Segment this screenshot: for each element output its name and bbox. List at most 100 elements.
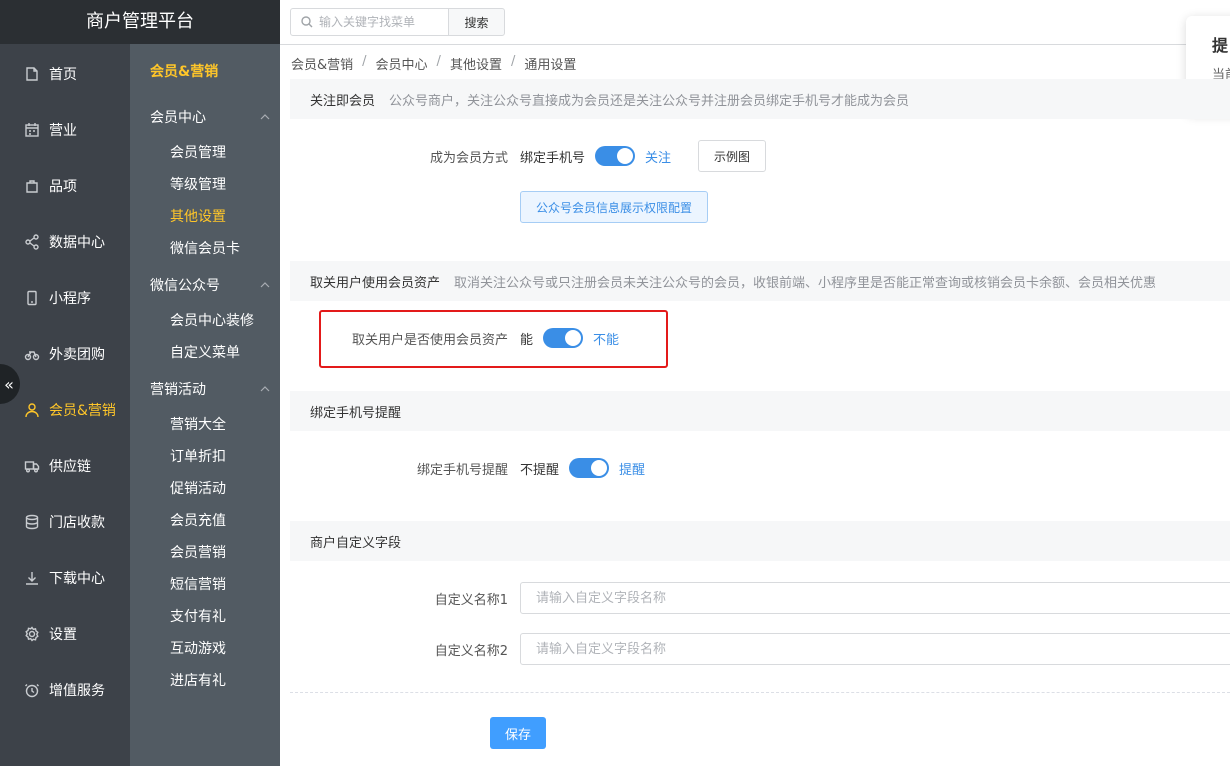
nav-item-products[interactable]: 品项 bbox=[0, 158, 130, 214]
nav-label: 下载中心 bbox=[49, 571, 105, 587]
switch-off-label: 绑定手机号 bbox=[520, 150, 586, 166]
section-desc: 取消关注公众号或只注册会员未关注公众号的会员，收银前端、小程序里是否能正常查询或… bbox=[454, 275, 1157, 291]
section-title: 取关用户使用会员资产 bbox=[310, 275, 441, 291]
custom-field1-label: 自定义名称1 bbox=[434, 593, 508, 608]
submenu-item-marketing-all[interactable]: 营销大全 bbox=[170, 414, 226, 434]
breadcrumb-item[interactable]: 其他设置 bbox=[450, 54, 502, 73]
submenu-group-wechat-official[interactable]: 微信公众号 bbox=[150, 275, 270, 295]
nav-label: 外卖团购 bbox=[49, 347, 105, 363]
submenu-item-member-marketing[interactable]: 会员营销 bbox=[170, 542, 226, 562]
section-header-unfollow: 取关用户使用会员资产 取消关注公众号或只注册会员未关注公众号的会员，收银前端、小… bbox=[290, 261, 1230, 301]
breadcrumb: 会员&营销 / 会员中心 / 其他设置 / 通用设置 bbox=[291, 54, 577, 73]
top-bar: 搜索 bbox=[280, 0, 1230, 45]
form-divider bbox=[290, 692, 1230, 693]
search-button[interactable]: 搜索 bbox=[448, 8, 505, 36]
phone-icon bbox=[24, 290, 40, 306]
section-title: 商户自定义字段 bbox=[310, 535, 402, 551]
database-icon bbox=[24, 514, 40, 530]
submenu-item-wechat-card[interactable]: 微信会员卡 bbox=[170, 238, 240, 258]
breadcrumb-item-current: 通用设置 bbox=[524, 58, 577, 73]
remind-switch-row: 不提醒 提醒 bbox=[520, 458, 645, 478]
submenu-item-custom-menu[interactable]: 自定义菜单 bbox=[170, 342, 240, 362]
search-box bbox=[290, 8, 449, 36]
section-title: 关注即会员 bbox=[310, 93, 376, 109]
unfollow-asset-switch-row: 能 不能 bbox=[520, 328, 619, 348]
breadcrumb-item[interactable]: 会员中心 bbox=[376, 54, 428, 73]
calendar-icon bbox=[24, 122, 40, 138]
submenu-group-member-center[interactable]: 会员中心 bbox=[150, 107, 270, 127]
nav-label: 品项 bbox=[49, 179, 77, 195]
submenu-item-visit-gift[interactable]: 进店有礼 bbox=[170, 670, 226, 690]
share-icon bbox=[24, 234, 40, 250]
switch-off-label: 不提醒 bbox=[520, 462, 560, 478]
submenu-item-promotion[interactable]: 促销活动 bbox=[170, 478, 226, 498]
notification-title: 提 bbox=[1212, 36, 1229, 55]
nav-item-value-added[interactable]: 增值服务 bbox=[0, 662, 130, 718]
submenu-item-center-decoration[interactable]: 会员中心装修 bbox=[170, 310, 254, 330]
section-title: 绑定手机号提醒 bbox=[310, 405, 402, 421]
nav-label: 供应链 bbox=[49, 459, 91, 475]
nav-item-store-payment[interactable]: 门店收款 bbox=[0, 494, 130, 550]
chevron-up-icon bbox=[260, 386, 270, 392]
submenu-group-marketing[interactable]: 营销活动 bbox=[150, 379, 270, 399]
remind-label: 绑定手机号提醒 bbox=[416, 463, 508, 478]
member-method-switch-row: 绑定手机号 关注 bbox=[520, 146, 671, 166]
custom-field2-label: 自定义名称2 bbox=[434, 644, 508, 659]
nav-label: 门店收款 bbox=[49, 515, 105, 531]
group-label: 会员中心 bbox=[150, 110, 206, 126]
nav-item-takeout[interactable]: 外卖团购 bbox=[0, 326, 130, 382]
custom-field1-input[interactable] bbox=[520, 582, 1230, 614]
switch-on-label: 关注 bbox=[645, 150, 672, 166]
nav-item-mini-program[interactable]: 小程序 bbox=[0, 270, 130, 326]
search-input[interactable] bbox=[319, 15, 439, 29]
custom-field2-input[interactable] bbox=[520, 633, 1230, 665]
example-image-button[interactable]: 示例图 bbox=[698, 140, 766, 172]
permission-config-button[interactable]: 公众号会员信息展示权限配置 bbox=[520, 191, 708, 223]
gear-icon bbox=[24, 626, 40, 642]
nav-item-business[interactable]: 营业 bbox=[0, 102, 130, 158]
section-header-remind: 绑定手机号提醒 bbox=[290, 391, 1230, 431]
submenu-item-order-discount[interactable]: 订单折扣 bbox=[170, 446, 226, 466]
bike-icon bbox=[24, 346, 40, 362]
switch-on-label: 不能 bbox=[593, 332, 620, 348]
unfollow-asset-label: 取关用户是否使用会员资产 bbox=[351, 333, 508, 348]
nav-item-member-marketing[interactable]: 会员&营销 bbox=[0, 382, 130, 438]
download-icon bbox=[24, 570, 40, 586]
submenu-item-member-management[interactable]: 会员管理 bbox=[170, 142, 226, 162]
nav-item-home[interactable]: 首页 bbox=[0, 46, 130, 102]
nav-item-settings[interactable]: 设置 bbox=[0, 606, 130, 662]
submenu-item-level-management[interactable]: 等级管理 bbox=[170, 174, 226, 194]
section-header-follow: 关注即会员 公众号商户，关注公众号直接成为会员还是关注公众号并注册会员绑定手机号… bbox=[290, 79, 1230, 119]
submenu-item-games[interactable]: 互动游戏 bbox=[170, 638, 226, 658]
submenu-item-pay-gift[interactable]: 支付有礼 bbox=[170, 606, 226, 626]
save-button[interactable]: 保存 bbox=[490, 717, 546, 749]
submenu-item-sms-marketing[interactable]: 短信营销 bbox=[170, 574, 226, 594]
unfollow-asset-toggle[interactable] bbox=[543, 328, 584, 348]
nav-label: 小程序 bbox=[49, 291, 91, 307]
nav-label: 设置 bbox=[49, 627, 77, 643]
truck-icon bbox=[24, 458, 40, 474]
nav-item-supply-chain[interactable]: 供应链 bbox=[0, 438, 130, 494]
nav-item-data-center[interactable]: 数据中心 bbox=[0, 214, 130, 270]
chevron-up-icon bbox=[260, 114, 270, 120]
submenu-title: 会员&营销 bbox=[150, 64, 219, 80]
group-label: 营销活动 bbox=[150, 382, 206, 398]
nav-label: 营业 bbox=[49, 123, 77, 139]
switch-off-label: 能 bbox=[520, 332, 534, 348]
remind-toggle[interactable] bbox=[569, 458, 610, 478]
submenu-panel: 会员&营销 会员中心 会员管理 等级管理 其他设置 微信会员卡 微信公众号 会员… bbox=[130, 44, 280, 766]
section-desc: 公众号商户，关注公众号直接成为会员还是关注公众号并注册会员绑定手机号才能成为会员 bbox=[389, 93, 910, 109]
nav-label: 首页 bbox=[49, 67, 77, 83]
breadcrumb-item[interactable]: 会员&营销 bbox=[291, 54, 353, 73]
nav-item-download-center[interactable]: 下载中心 bbox=[0, 550, 130, 606]
group-label: 微信公众号 bbox=[150, 278, 220, 294]
submenu-item-other-settings[interactable]: 其他设置 bbox=[170, 206, 226, 226]
bag-icon bbox=[24, 178, 40, 194]
member-method-toggle[interactable] bbox=[595, 146, 636, 166]
submenu-item-recharge[interactable]: 会员充值 bbox=[170, 510, 226, 530]
nav-label: 会员&营销 bbox=[49, 403, 116, 419]
section-header-custom: 商户自定义字段 bbox=[290, 521, 1230, 561]
platform-title: 商户管理平台 bbox=[0, 0, 280, 44]
nav-label: 增值服务 bbox=[49, 683, 105, 699]
member-method-label: 成为会员方式 bbox=[429, 151, 508, 166]
